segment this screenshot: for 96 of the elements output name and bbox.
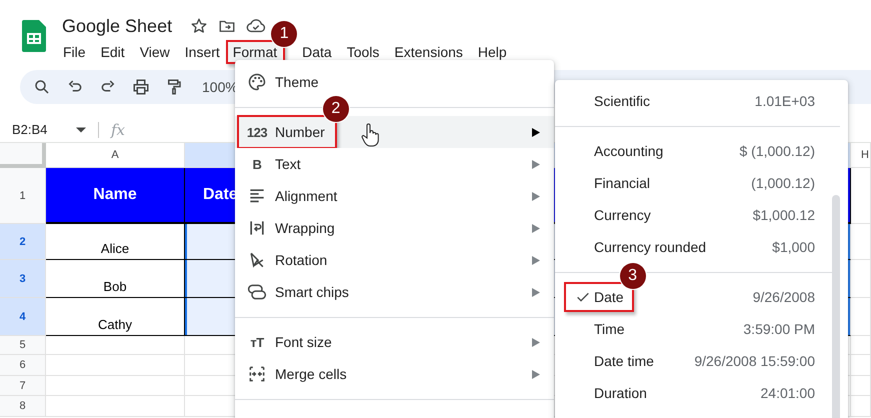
row-header[interactable]: 1 <box>0 168 46 224</box>
scrollbar[interactable] <box>832 195 840 418</box>
star-icon[interactable] <box>190 17 208 35</box>
header-cell[interactable]: Name <box>46 168 185 224</box>
menu-item[interactable]: File <box>56 40 93 64</box>
dropdown-caret-icon[interactable] <box>76 126 86 132</box>
menu-item-label: Wrapping <box>275 220 335 236</box>
row-header[interactable]: 5 <box>0 336 46 355</box>
menu-item-label: Date <box>594 289 624 305</box>
menu-item-label: Date time <box>594 353 654 369</box>
function-label: fx <box>111 120 126 138</box>
menu-item[interactable]: Merge cells <box>235 358 554 390</box>
column-header[interactable]: H <box>851 143 871 168</box>
sheets-logo-icon <box>22 20 46 52</box>
menu-item[interactable]: ᴛT Font size <box>235 326 554 358</box>
menu-item[interactable]: Smart chips <box>235 276 554 308</box>
step-badge: 2 <box>322 96 349 122</box>
row-header[interactable]: 8 <box>0 396 46 417</box>
menu-item-label: Financial <box>594 175 650 191</box>
menu-item-icon: ᴛT <box>247 332 267 352</box>
format-example: $ (1,000.12) <box>740 143 815 159</box>
menu-item[interactable]: Accounting $ (1,000.12) <box>555 135 848 167</box>
menu-item-label: Merge cells <box>275 366 347 382</box>
table-cell[interactable] <box>851 298 871 336</box>
menu-item[interactable]: Wrapping <box>235 212 554 244</box>
menu-item[interactable]: Rotation <box>235 244 554 276</box>
format-example: 9/26/2008 15:59:00 <box>694 353 815 369</box>
menu-item[interactable]: Alignment <box>235 180 554 212</box>
menu-item[interactable]: Data <box>295 40 339 64</box>
menu-item-label: Scientific <box>594 93 650 109</box>
format-example: 9/26/2008 <box>752 289 815 305</box>
table-cell[interactable] <box>851 336 871 355</box>
table-cell[interactable] <box>851 396 871 417</box>
select-all-corner[interactable] <box>0 143 46 168</box>
menu-item[interactable]: Tools <box>340 40 386 64</box>
menu-item[interactable]: Currency $1,000.12 <box>555 199 848 231</box>
table-cell[interactable] <box>46 376 185 396</box>
menu-item[interactable]: Duration 24:01:00 <box>555 377 848 409</box>
chips-icon <box>247 282 267 302</box>
menu-item[interactable]: B Text <box>235 148 554 180</box>
row-header[interactable]: 2 <box>0 224 46 260</box>
table-cell[interactable] <box>851 355 871 376</box>
menu-item-label: Currency <box>594 207 651 223</box>
menu-item-icon: B <box>247 154 267 174</box>
column-header[interactable]: A <box>46 143 185 168</box>
row-header[interactable]: 4 <box>0 298 46 336</box>
menu-item[interactable]: View <box>132 40 177 64</box>
menu-item[interactable]: Insert <box>178 40 227 64</box>
step-badge: 1 <box>271 21 298 47</box>
menu-item-label: Text <box>275 156 301 172</box>
menu-item-label: Alignment <box>275 188 338 204</box>
menu-item-icon: 123 <box>247 122 267 142</box>
menu-item-label: Rotation <box>275 252 328 268</box>
menu-item[interactable]: Help <box>470 40 514 64</box>
format-example: 24:01:00 <box>760 385 815 401</box>
format-example: $1,000 <box>772 239 815 255</box>
hand-cursor-icon <box>361 123 379 147</box>
row-header[interactable]: 6 <box>0 355 46 376</box>
paint-format-icon[interactable] <box>165 78 183 96</box>
menu-item-label: Font size <box>275 334 332 350</box>
format-example: $1,000.12 <box>752 207 815 223</box>
menu-item-label: Currency rounded <box>594 239 706 255</box>
format-example: 3:59:00 PM <box>743 321 815 337</box>
menu-item[interactable]: Extensions <box>387 40 470 64</box>
search-icon[interactable] <box>33 78 51 96</box>
table-cell[interactable] <box>851 224 871 260</box>
menu-item[interactable]: Currency rounded $1,000 <box>555 231 848 263</box>
table-cell[interactable] <box>46 396 185 417</box>
name-box[interactable]: B2:B4 <box>12 122 76 137</box>
merge-cells-icon <box>247 364 267 384</box>
menu-item-label: Accounting <box>594 143 664 159</box>
palette-icon <box>247 72 267 92</box>
menu-item[interactable]: Time 3:59:00 PM <box>555 313 848 345</box>
menu-item[interactable]: Theme <box>235 66 554 98</box>
format-example: 1.01E+03 <box>754 93 815 109</box>
menu-item[interactable]: Edit <box>94 40 132 64</box>
row-header[interactable]: 3 <box>0 260 46 298</box>
cloud-check-icon[interactable] <box>246 17 266 35</box>
table-cell[interactable] <box>851 376 871 396</box>
row-header[interactable]: 7 <box>0 376 46 396</box>
menu-item-label: Duration <box>594 385 647 401</box>
table-cell[interactable] <box>46 336 185 355</box>
table-cell[interactable] <box>851 168 871 224</box>
menu-item-label: Time <box>594 321 625 337</box>
print-icon[interactable] <box>132 78 150 96</box>
format-example: (1,000.12) <box>751 175 815 191</box>
document-title[interactable]: Google Sheet <box>62 16 172 36</box>
menu-item-label: Number <box>275 124 325 140</box>
menu-item[interactable]: Financial (1,000.12) <box>555 167 848 199</box>
menu-item[interactable]: Date time 9/26/2008 15:59:00 <box>555 345 848 377</box>
step-badge: 3 <box>620 263 646 289</box>
table-cell[interactable] <box>851 260 871 298</box>
table-cell[interactable] <box>46 355 185 376</box>
menu-item[interactable]: Scientific 1.01E+03 <box>555 85 848 117</box>
menu-item-label: Smart chips <box>275 284 349 300</box>
menu-item-label: Theme <box>275 74 319 90</box>
